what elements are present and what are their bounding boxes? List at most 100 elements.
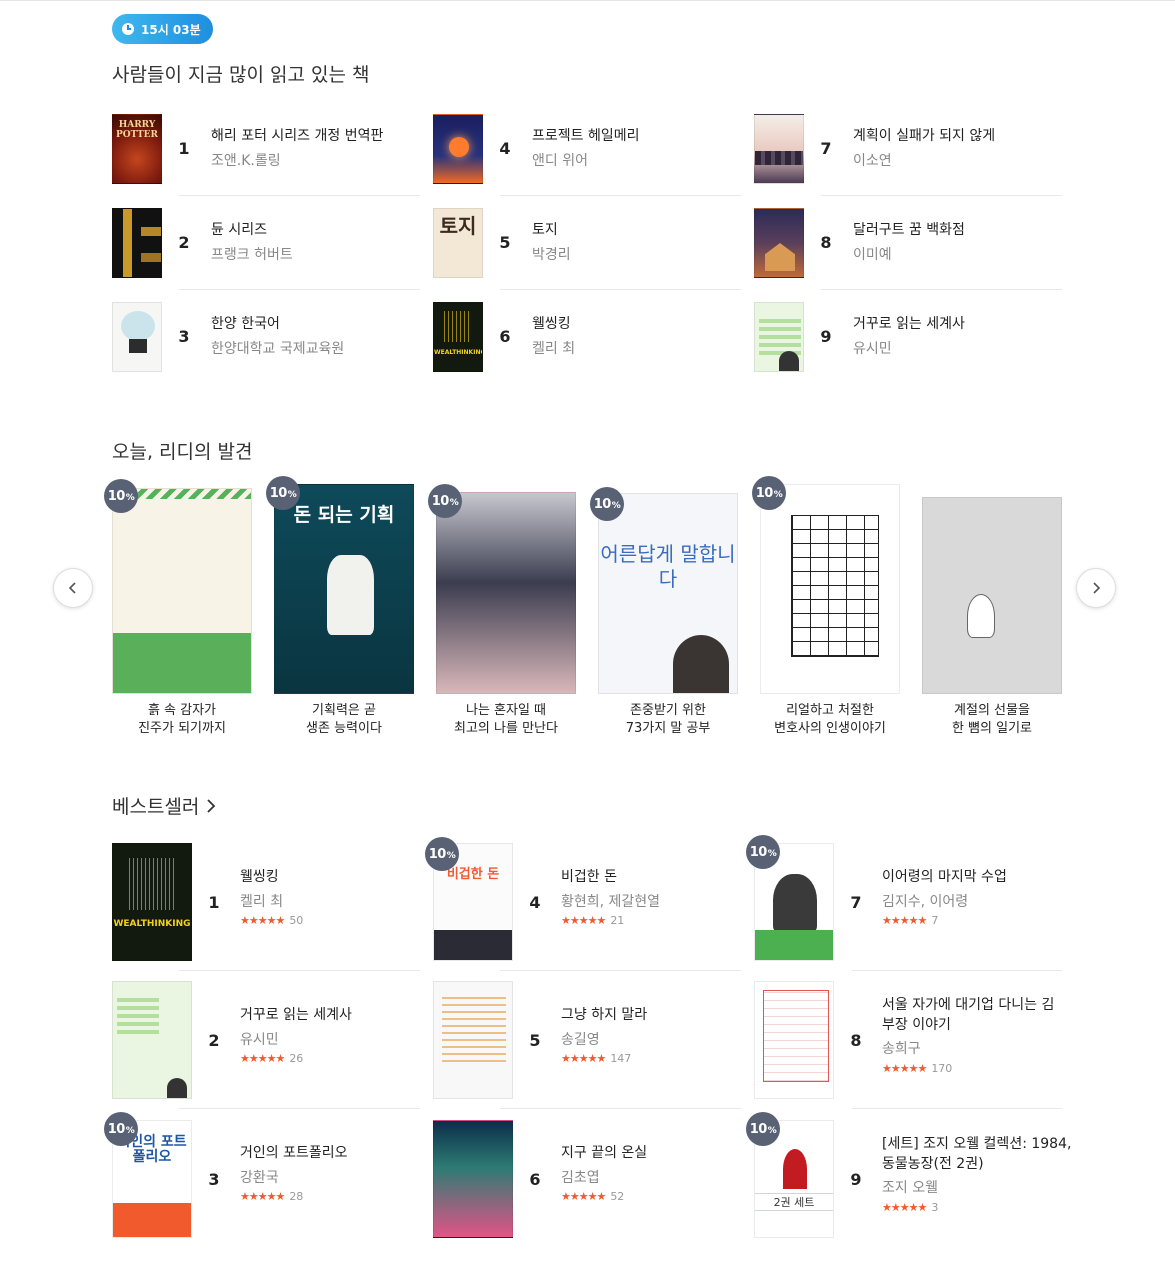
row-divider (500, 195, 741, 196)
book-cover[interactable] (754, 981, 834, 1099)
book-cover[interactable] (112, 981, 192, 1099)
book-author[interactable]: 켈리 최 (532, 338, 575, 358)
row-divider (821, 195, 1062, 196)
book-cover[interactable] (754, 208, 804, 278)
book-author[interactable]: 김지수, 이어령 (882, 891, 968, 911)
stars-icon: ★★★★★ (240, 1190, 285, 1203)
book-title[interactable]: 해리 포터 시리즈 개정 번역판 (211, 126, 383, 146)
book-author[interactable]: 김초엽 (561, 1167, 600, 1187)
caption-line: 기획력은 곧 (312, 703, 376, 718)
caption-line: 흙 속 감자가 (147, 703, 217, 718)
book-author[interactable]: 강환국 (240, 1167, 279, 1187)
review-count: 170 (931, 1062, 953, 1075)
book-cover[interactable]: 토지 (433, 208, 483, 278)
book-cover[interactable] (112, 208, 162, 278)
discovery-caption[interactable]: 계절의 선물을 한 뼘의 일기로 (917, 702, 1067, 738)
top-divider (0, 0, 1175, 1)
book-title[interactable]: 달러구트 꿈 백화점 (853, 220, 965, 240)
book-author[interactable]: 유시민 (853, 338, 892, 358)
book-title[interactable]: 프로젝트 헤일메리 (532, 126, 640, 146)
discovery-caption[interactable]: 존중받기 위한 73가지 말 공부 (593, 702, 743, 738)
book-cover[interactable] (112, 488, 252, 694)
book-cover[interactable] (112, 302, 162, 372)
discount-unit: % (125, 492, 135, 503)
book-title[interactable]: 거인의 포트폴리오 (240, 1143, 348, 1163)
book-title[interactable]: 거꾸로 읽는 세계사 (240, 1005, 352, 1025)
discount-badge: 10% (425, 837, 459, 871)
book-title[interactable]: 웰씽킹 (532, 314, 571, 334)
set-tag: 2권 세트 (755, 1193, 833, 1211)
row-divider (852, 1108, 1062, 1109)
carousel-next-button[interactable] (1076, 568, 1116, 608)
book-author[interactable]: 박경리 (532, 244, 571, 264)
star-rating: ★★★★★ 147 (561, 1052, 631, 1065)
star-rating: ★★★★★ 3 (882, 1201, 938, 1214)
book-title[interactable]: 듄 시리즈 (211, 220, 267, 240)
book-title[interactable]: 거꾸로 읽는 세계사 (853, 314, 965, 334)
book-author[interactable]: 켈리 최 (240, 891, 283, 911)
bestseller-title-label: 베스트셀러 (112, 796, 200, 818)
book-cover[interactable] (433, 114, 483, 184)
book-title[interactable]: 비겁한 돈 (561, 867, 617, 887)
caption-line: 존중받기 위한 (630, 703, 706, 718)
book-author[interactable]: 황현희, 제갈현열 (561, 891, 660, 911)
book-title[interactable]: 한양 한국어 (211, 314, 280, 334)
book-author[interactable]: 이미예 (853, 244, 892, 264)
book-cover[interactable] (922, 497, 1062, 694)
book-author[interactable]: 송길영 (561, 1029, 600, 1049)
discount-unit: % (767, 1125, 777, 1136)
book-cover[interactable] (433, 1120, 513, 1238)
book-cover[interactable] (760, 484, 900, 694)
book-title[interactable]: 웰씽킹 (240, 867, 279, 887)
rank-number: 6 (529, 1170, 541, 1189)
book-cover[interactable] (436, 492, 576, 694)
book-title[interactable]: [세트] 조지 오웰 컬렉션: 1984, 동물농장(전 2권) (882, 1134, 1071, 1174)
title-line: 지구 끝의 온실 (561, 1145, 648, 1161)
book-title[interactable]: 서울 자가에 대기업 다니는 김 부장 이야기 (882, 995, 1054, 1035)
discovery-caption[interactable]: 흙 속 감자가 진주가 되기까지 (107, 702, 257, 738)
discount-unit: % (767, 848, 777, 859)
book-cover[interactable]: WEALTHINKING (433, 302, 483, 372)
book-cover[interactable]: WEALTHINKING (112, 843, 192, 961)
book-cover[interactable]: 돈 되는 기획 (274, 484, 414, 694)
title-line: 그냥 하지 말라 (561, 1007, 648, 1023)
book-author[interactable]: 조지 오웰 (882, 1177, 938, 1197)
rank-number: 2 (208, 1031, 220, 1050)
book-cover[interactable]: HARRY POTTER (112, 114, 162, 184)
review-count: 52 (610, 1190, 625, 1203)
discovery-caption[interactable]: 리얼하고 처절한 변호사의 인생이야기 (755, 702, 905, 738)
review-count: 26 (289, 1052, 304, 1065)
book-cover[interactable] (754, 114, 804, 184)
discount-unit: % (287, 489, 297, 500)
book-cover[interactable] (754, 302, 804, 372)
discount-value: 10 (428, 846, 447, 862)
bestseller-section-title[interactable]: 베스트셀러 (112, 792, 217, 819)
rank-number: 9 (820, 327, 832, 346)
book-title[interactable]: 이어령의 마지막 수업 (882, 867, 1007, 887)
book-author[interactable]: 앤디 위어 (532, 150, 588, 170)
carousel-prev-button[interactable] (53, 568, 93, 608)
book-author[interactable]: 한양대학교 국제교육원 (211, 338, 344, 358)
discount-value: 10 (755, 485, 774, 501)
book-title[interactable]: 토지 (532, 220, 558, 240)
rank-number: 8 (850, 1031, 862, 1050)
book-author[interactable]: 이소연 (853, 150, 892, 170)
book-author[interactable]: 조앤.K.롤링 (211, 150, 281, 170)
book-author[interactable]: 송희구 (882, 1038, 921, 1058)
book-title[interactable]: 그냥 하지 말라 (561, 1005, 647, 1025)
popular-section-title: 사람들이 지금 많이 읽고 있는 책 (112, 64, 370, 86)
book-title[interactable]: 계획이 실패가 되지 않게 (853, 126, 995, 146)
book-title[interactable]: 지구 끝의 온실 (561, 1143, 647, 1163)
cover-text: 토지 (439, 214, 477, 238)
discovery-caption[interactable]: 기획력은 곧 생존 능력이다 (269, 702, 419, 738)
discount-badge: 10% (104, 479, 138, 513)
book-cover[interactable] (433, 981, 513, 1099)
star-rating: ★★★★★ 170 (882, 1062, 952, 1075)
rank-number: 1 (208, 893, 220, 912)
book-author[interactable]: 유시민 (240, 1029, 279, 1049)
title-line: 거꾸로 읽는 세계사 (240, 1007, 352, 1023)
book-author[interactable]: 프랭크 허버트 (211, 244, 293, 264)
title-line: 이어령의 마지막 수업 (882, 869, 1007, 885)
discovery-caption[interactable]: 나는 혼자일 때 최고의 나를 만난다 (431, 702, 581, 738)
book-cover[interactable]: 어른답게 말합니다 (598, 493, 738, 694)
